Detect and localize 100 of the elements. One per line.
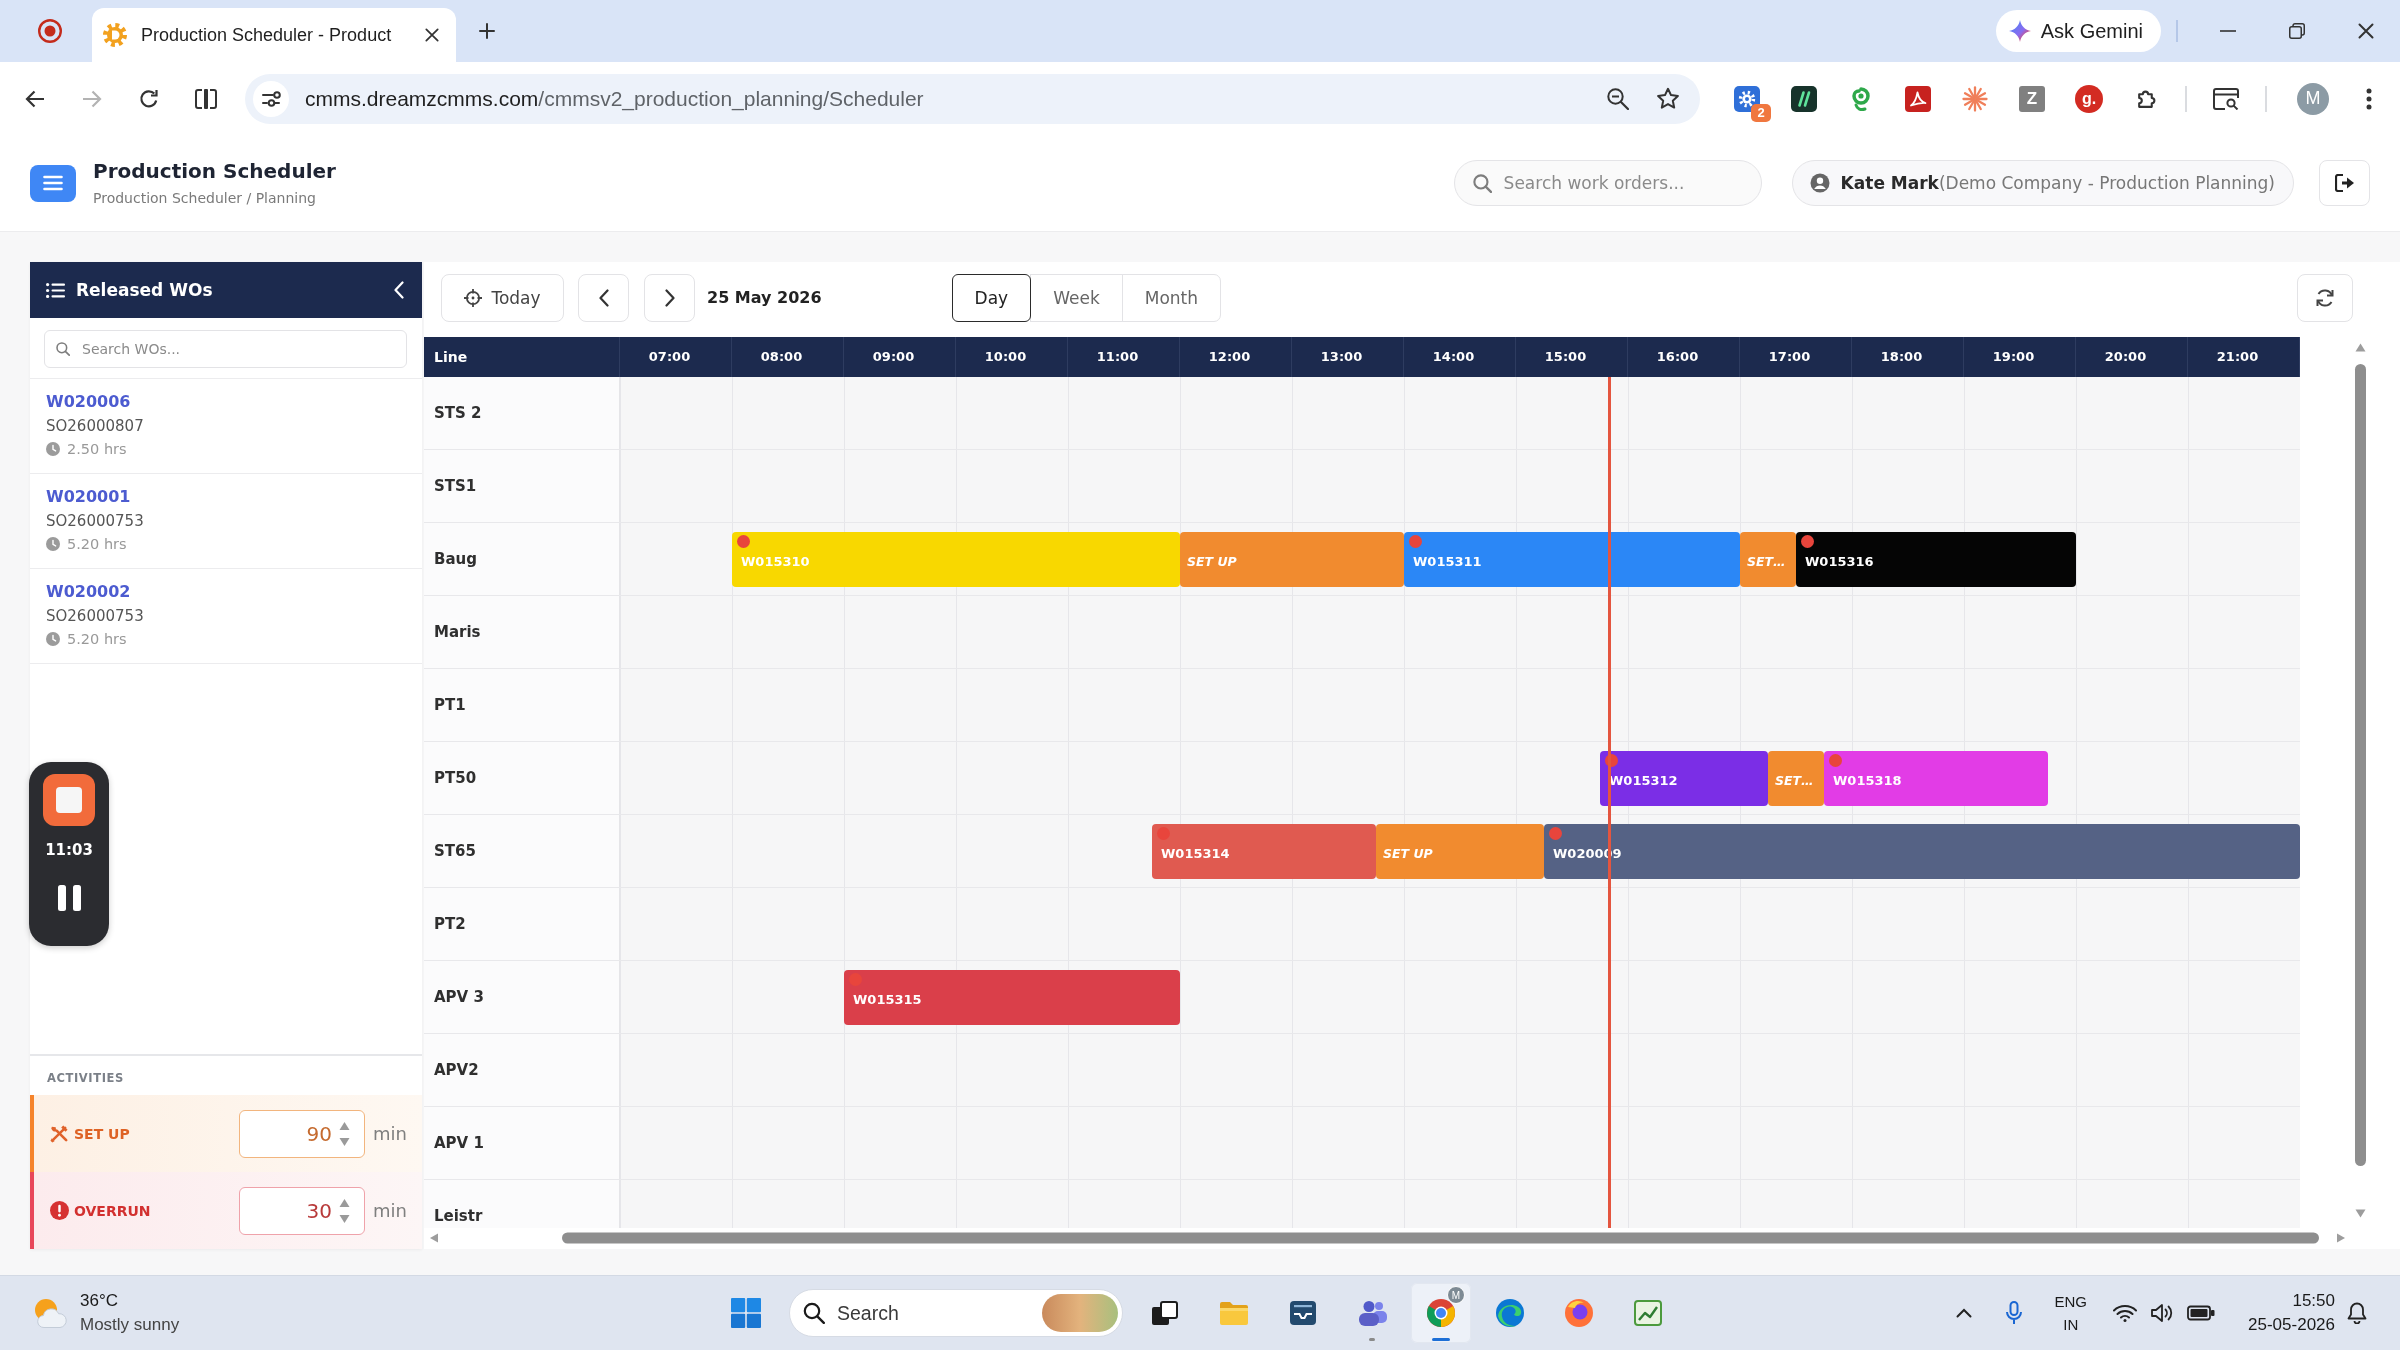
star-icon[interactable] [1656, 87, 1680, 110]
minutes-field[interactable]: 30 [239, 1186, 366, 1235]
line-name: APV 1 [424, 1107, 620, 1179]
work-order-link[interactable]: W020001 [46, 485, 131, 509]
line-name: Leistr [424, 1180, 620, 1228]
work-order-link[interactable]: W020002 [46, 580, 131, 604]
page-title: Production Scheduler [93, 158, 336, 184]
browser-icon [1427, 1299, 1455, 1327]
pdf-icon[interactable] [1905, 85, 1931, 112]
status-dot-icon [737, 535, 750, 548]
work-order-link[interactable]: W020006 [46, 390, 131, 414]
view-tab[interactable]: Week [1030, 274, 1123, 322]
browser-tab[interactable]: Production Scheduler - Product [92, 8, 456, 62]
people-icon [1357, 1300, 1387, 1326]
plus-icon[interactable] [479, 23, 495, 39]
stop-button[interactable] [43, 774, 95, 826]
search-field[interactable]: Search WOs... [44, 330, 407, 368]
wifi-icon[interactable] [2113, 1304, 2138, 1322]
view-tab[interactable]: Month [1121, 274, 1222, 322]
duration-text: 5.20 hrs [67, 630, 127, 649]
more-options-icon[interactable] [2366, 87, 2372, 110]
bell-icon[interactable] [2347, 1302, 2367, 1324]
clock-date[interactable]: 25-05-2026 [2248, 1313, 2335, 1337]
restore-icon[interactable] [2288, 23, 2305, 39]
minutes-field[interactable]: 90 [239, 1109, 366, 1158]
tab-search-icon[interactable] [2213, 87, 2239, 110]
extension-button[interactable]: g. [2075, 84, 2103, 113]
work-order-bar[interactable]: W015318 [1824, 751, 2048, 806]
close-icon[interactable] [425, 28, 439, 42]
breadcrumb: Production Scheduler / Planning [93, 189, 316, 208]
logout-button[interactable] [2319, 160, 2370, 206]
slashes-icon[interactable] [1791, 85, 1817, 112]
search-icon [803, 1302, 825, 1324]
chevron-up-icon[interactable] [1955, 1308, 1972, 1318]
minimize-icon[interactable] [2219, 30, 2236, 32]
microphone-icon[interactable] [2005, 1301, 2022, 1325]
close-icon[interactable] [2357, 23, 2374, 39]
refresh-button[interactable] [2297, 274, 2353, 322]
clock-icon [46, 632, 60, 646]
section-title: ACTIVITIES [47, 1070, 124, 1086]
duration-text: 5.20 hrs [67, 535, 127, 554]
menu-button[interactable] [30, 164, 76, 202]
line-name: STS 2 [424, 377, 620, 449]
user-icon [1809, 173, 1830, 193]
chevron-left-icon [598, 289, 609, 307]
panel-title: Released WOs [76, 280, 213, 300]
language-text[interactable]: ENG [2054, 1290, 2088, 1313]
asterisk-icon[interactable] [1962, 85, 1988, 112]
spinner-icon[interactable] [339, 1120, 351, 1147]
view-tab[interactable]: Day [951, 274, 1032, 322]
taskbar-button[interactable]: M [1411, 1283, 1471, 1343]
previous-button[interactable] [578, 274, 629, 322]
work-order-bar[interactable]: W015311 [1404, 532, 1740, 587]
sparkle-icon [2008, 20, 2031, 42]
status-dot-icon [1829, 754, 1842, 767]
activity-label: OVERRUN [74, 1202, 151, 1219]
split-panel-icon[interactable] [195, 88, 217, 109]
user-menu[interactable]: Kate Mark(Demo Company - Production Planning) [1791, 160, 2294, 206]
menu-icon [43, 175, 63, 191]
ask-gemini-button[interactable]: Ask Gemini [1995, 10, 2161, 52]
chart-app-icon [1634, 1300, 1662, 1326]
address-field[interactable]: cmms.dreamzcmms.com/cmmsv2_production_planning/Scheduler [245, 73, 1700, 124]
refresh-icon [2315, 288, 2335, 308]
work-order-bar[interactable]: W015315 [844, 970, 1180, 1025]
unit-text: min [373, 1123, 407, 1144]
chevron-left-icon[interactable] [394, 281, 404, 299]
clock-icon [46, 442, 60, 456]
sales-order-text: SO26000753 [46, 511, 144, 532]
clock-time[interactable]: 15:50 [2292, 1289, 2335, 1313]
pause-icon[interactable] [57, 885, 81, 911]
profile-badge: M [1447, 1286, 1465, 1304]
back-icon[interactable] [25, 89, 45, 108]
puzzle-icon[interactable] [2135, 88, 2157, 109]
line-name: PT50 [424, 742, 620, 814]
spinner-icon[interactable] [339, 1197, 351, 1224]
search-field[interactable]: Search work orders... [1453, 160, 1762, 206]
swirl-icon[interactable] [1850, 85, 1872, 112]
speaker-icon[interactable] [2151, 1303, 2174, 1323]
weather-text: Mostly sunny [80, 1314, 180, 1336]
sliders-icon[interactable] [253, 80, 289, 117]
wave-browser-icon [1496, 1299, 1524, 1327]
line-name: PT2 [424, 888, 620, 960]
line-name: ST65 [424, 815, 620, 887]
notification-badge: 2 [1751, 103, 1771, 122]
flame-browser-icon [1565, 1299, 1593, 1327]
battery-icon[interactable] [2187, 1305, 2216, 1321]
work-order-bar[interactable]: W015316 [1796, 532, 2076, 587]
record-icon[interactable] [38, 19, 62, 43]
zoom-out-icon[interactable] [1607, 87, 1629, 110]
start-icon[interactable] [731, 1298, 761, 1328]
region-text[interactable]: IN [2063, 1313, 2079, 1336]
gear-icon[interactable] [1734, 85, 1760, 112]
duration-text: 2.50 hrs [67, 440, 127, 459]
profile-avatar[interactable]: M [2297, 82, 2329, 115]
work-order-bar[interactable]: W015314 [1152, 824, 1376, 879]
today-button[interactable]: Today [441, 274, 564, 322]
extension-button[interactable]: Z [2019, 85, 2045, 112]
search-icon [56, 342, 70, 356]
work-order-bar[interactable]: W015312 [1600, 751, 1768, 806]
reload-icon[interactable] [139, 88, 159, 109]
